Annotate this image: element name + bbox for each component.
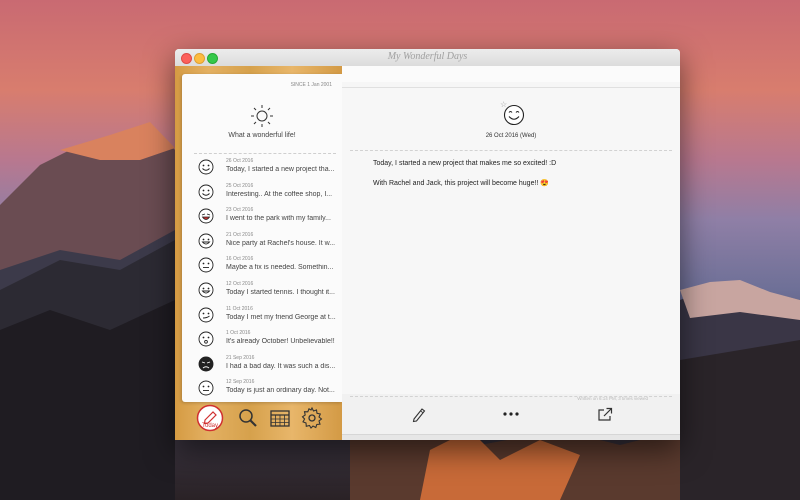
entry-item-date: 16 Oct 2016 [226,256,254,263]
entry-item-date: 21 Oct 2016 [226,231,254,238]
entry-item-snippet: Today, I started a new project tha... [226,166,335,173]
entry-item-snippet: Today I met my friend George at t... [226,313,336,321]
content-divider [350,150,672,151]
entry-date: 26 Oct 2016 (Wed) [485,133,537,139]
calendar-icon[interactable] [268,406,292,430]
window-title: My Wonderful Days [387,51,468,62]
page-bottom-edge [342,434,680,440]
title-bar[interactable]: My Wonderful Days [175,49,680,67]
sidebar-toolbar: Today [182,404,342,434]
entry-list-item[interactable]: 12 Sep 2016 Today is just an ordinary day… [196,377,342,401]
share-icon[interactable] [595,405,615,423]
grin-face-icon [198,233,214,249]
entry-item-date: 25 Oct 2016 [226,182,254,189]
entry-item-date: 26 Oct 2016 [226,158,254,164]
more-icon[interactable] [501,405,521,423]
sun-icon [251,105,273,127]
entry-list-item[interactable]: 16 Oct 2016 Maybe a fix is needed. Someth… [196,254,342,278]
entry-item-date: 1 Oct 2016 [226,330,251,337]
entry-list-item[interactable]: 26 Oct 2016 Today, I started a new projec… [196,156,342,180]
mood-happy-face-icon[interactable] [503,104,525,126]
entry-item-date: 23 Oct 2016 [226,207,254,214]
entry-item-snippet: It's already October! Unbelievable!! [226,338,335,346]
search-icon[interactable] [236,406,260,430]
journal-motto: What a wonderful life! [228,132,296,139]
surprised-face-icon [198,331,214,347]
today-label: Today [202,423,218,429]
entry-list-item[interactable]: 21 Sep 2016 I had a bad day. It was such … [196,353,342,377]
entry-item-snippet: Nice party at Rachel's house. It w... [226,239,336,247]
entry-detail-panel: ☆ 26 Oct 2016 (Wed) Today, I started a n… [342,66,680,440]
edit-pencil-icon[interactable] [409,405,429,423]
entry-list-item[interactable]: 12 Oct 2016 Today I started tennis. I tho… [196,279,342,303]
neutral-face-icon [198,257,214,273]
entry-item-date: 12 Sep 2016 [226,379,255,386]
smirk-face-icon [198,307,214,323]
journal-sidebar: SINCE 1 Jan 2001 What a wonderful life! … [175,66,342,440]
entry-item-snippet: Today is just an ordinary day. Not... [226,387,335,395]
detail-toolbar [342,399,680,439]
entry-item-snippet: Interesting.. At the coffee shop, I... [226,190,333,198]
gear-icon[interactable] [300,406,324,430]
entry-item-snippet: Maybe a fix is needed. Somethin... [226,264,334,272]
entry-item-snippet: I went to the park with my family... [226,215,331,223]
since-label: SINCE 1 Jan 2001 [290,82,332,88]
entry-list-item[interactable]: 21 Oct 2016 Nice party at Rachel's house.… [196,230,342,254]
laughing-face-icon [198,208,214,224]
app-window: My Wonderful Days SINCE 1 Jan 2001 What … [175,49,680,440]
today-button[interactable]: Today [196,404,224,432]
entry-item-snippet: Today I started tennis. I thought it... [226,289,335,296]
entry-item-snippet: I had a bad day. It was such a dis... [226,362,336,370]
entry-list-item[interactable]: 25 Oct 2016 Interesting.. At the coffee s… [196,181,342,205]
sad-face-icon [198,356,214,372]
happy-face-icon [198,159,214,175]
entry-list-item[interactable]: 11 Oct 2016 Today I met my friend George … [196,304,342,328]
entry-list-item[interactable]: 1 Oct 2016 It's already October! Unbeliev… [196,328,342,352]
list-divider [194,153,336,154]
entry-item-date: 12 Oct 2016 [226,281,254,287]
grin-face-icon [198,282,214,298]
entry-item-date: 11 Oct 2016 [226,305,253,312]
smile-face-icon [198,184,214,200]
entry-list-sheet: SINCE 1 Jan 2001 What a wonderful life! … [182,74,342,402]
entry-item-date: 21 Sep 2016 [226,354,255,361]
entry-paragraph: With Rachel and Jack, this project will … [373,180,550,187]
bottom-divider [350,396,672,397]
entry-page: ☆ 26 Oct 2016 (Wed) Today, I started a n… [342,88,680,401]
entry-paragraph: Today, I started a new project that make… [373,160,557,167]
entry-list-item[interactable]: 23 Oct 2016 I went to the park with my fa… [196,205,342,229]
neutral-face-icon [198,380,214,396]
